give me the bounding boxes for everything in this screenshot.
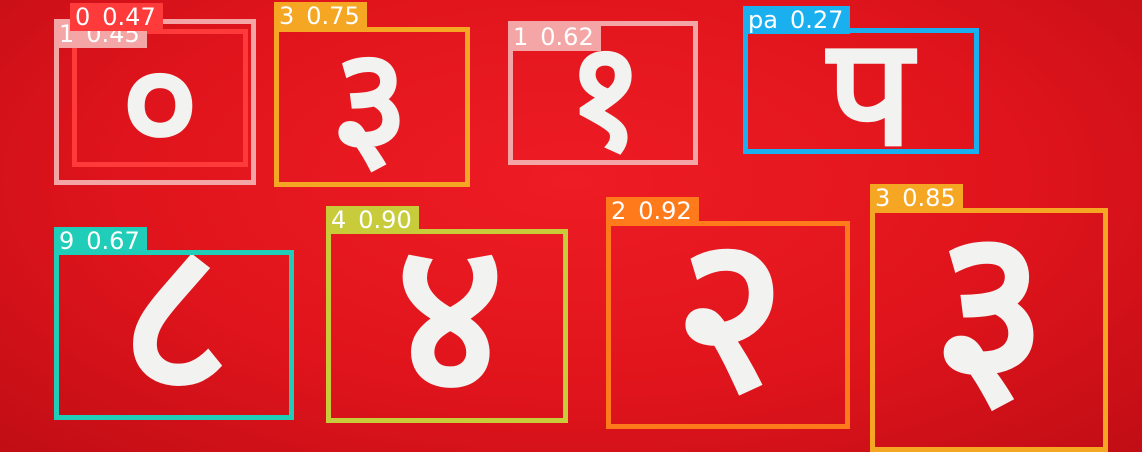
detection-class: 3 [875,184,891,212]
detection-box-3-bottom [870,208,1108,452]
detection-class: 4 [331,206,347,234]
detection-label-3-top: 3 0.75 [274,2,367,30]
detection-score: 0.90 [358,206,412,234]
detection-label-2: 2 0.92 [606,197,699,225]
detection-label-9: 9 0.67 [54,227,147,255]
detection-score: 0.75 [306,2,360,30]
detection-box-0 [72,29,248,167]
detection-box-2 [606,221,850,429]
detection-label-3-bottom: 3 0.85 [870,184,963,212]
detection-score: 0.47 [102,3,156,31]
detection-score: 0.62 [540,23,594,51]
detection-class: 3 [279,2,295,30]
detection-class: pa [748,6,778,34]
detection-class: 9 [59,227,75,255]
detection-label-4: 4 0.90 [326,206,419,234]
detection-score: 0.85 [902,184,956,212]
detection-score: 0.27 [789,6,844,34]
detection-label-pa: pa 0.27 [743,6,851,34]
detection-label-1-second: 1 0.62 [508,23,601,51]
detection-box-pa [743,28,979,154]
detection-class: 0 [75,3,91,31]
detection-box-4 [326,229,568,423]
detection-box-9 [54,250,294,420]
red-signboard-photo: ० ३ १ प ८ ४ २ ३ 1 0.45 0 0.47 3 0.75 1 0.62 … [0,0,1142,452]
detection-score: 0.67 [86,227,140,255]
detection-label-0: 0 0.47 [70,3,163,31]
detection-box-3-top [274,27,470,187]
detection-class: 1 [513,23,529,51]
detection-score: 0.92 [638,197,692,225]
detection-class: 2 [611,197,627,225]
